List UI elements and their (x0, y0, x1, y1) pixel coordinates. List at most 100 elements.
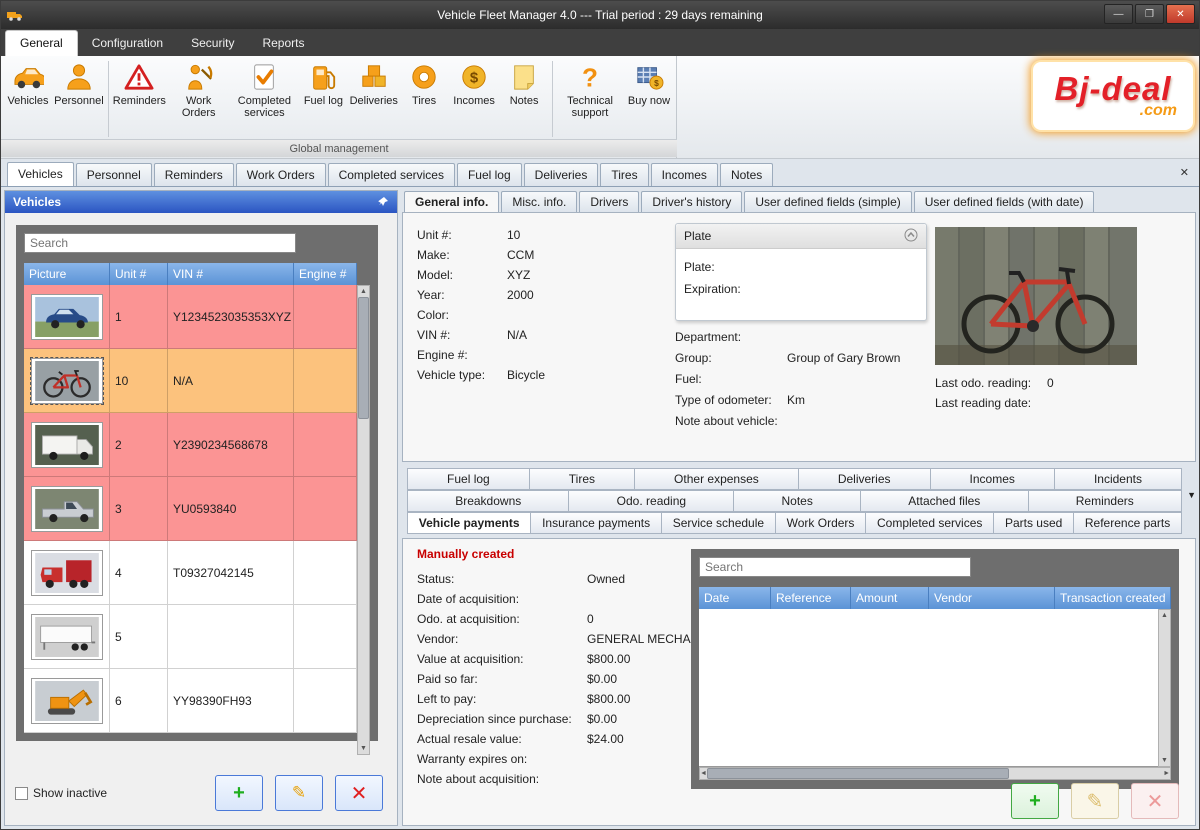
column-header-picture[interactable]: Picture (24, 263, 110, 285)
ribbon-item-vehicles[interactable]: Vehicles (3, 59, 53, 109)
subtab-parts-used[interactable]: Parts used (993, 512, 1074, 534)
subtab-incidents[interactable]: Incidents (1054, 468, 1182, 490)
table-row[interactable]: 1 Y1234523035353XYZ (24, 285, 357, 349)
column-header-reference[interactable]: Reference (771, 587, 851, 609)
edit-vehicle-button[interactable]: ✎ (275, 775, 323, 811)
unit-cell: 10 (110, 349, 168, 413)
subtab-breakdowns[interactable]: Breakdowns (407, 490, 569, 512)
vertical-scrollbar[interactable]: ▲ ▼ (357, 285, 370, 755)
ribbon-item-deliveries[interactable]: Deliveries (348, 59, 399, 109)
edit-payment-button[interactable]: ✎ (1071, 783, 1119, 819)
column-header-date[interactable]: Date (699, 587, 771, 609)
close-button[interactable]: ✕ (1166, 4, 1195, 24)
ribbon-item-notes[interactable]: Notes (499, 59, 549, 109)
pin-icon[interactable] (377, 196, 389, 208)
table-row-selected[interactable]: 10 N/A (24, 349, 357, 413)
ribbon-item-reminders[interactable]: Reminders (112, 59, 167, 109)
add-payment-button[interactable]: + (1011, 783, 1059, 819)
tab-notes[interactable]: Notes (720, 163, 773, 186)
vehicles-panel-header: Vehicles (5, 191, 397, 213)
tab-close-icon[interactable]: ✕ (1180, 166, 1189, 179)
unit-cell: 6 (110, 669, 168, 733)
subtab-reference-parts[interactable]: Reference parts (1073, 512, 1182, 534)
scroll-down-icon[interactable]: ▼ (360, 743, 367, 754)
tab-vehicles[interactable]: Vehicles (7, 162, 74, 186)
tab-drivers[interactable]: Drivers (579, 191, 639, 212)
column-header-unit[interactable]: Unit # (110, 263, 168, 285)
tab-user-fields-simple[interactable]: User defined fields (simple) (744, 191, 911, 212)
payments-vertical-scrollbar[interactable]: ▲ ▼ (1158, 609, 1171, 767)
subtab-vehicle-payments[interactable]: Vehicle payments (407, 512, 531, 534)
tab-incomes[interactable]: Incomes (651, 163, 718, 186)
ribbon-item-fuel-log[interactable]: Fuel log (298, 59, 348, 109)
tab-user-fields-date[interactable]: User defined fields (with date) (914, 191, 1095, 212)
payments-search-input[interactable] (699, 557, 971, 577)
tab-misc-info[interactable]: Misc. info. (501, 191, 577, 212)
subtab-attached-files[interactable]: Attached files (860, 490, 1028, 512)
table-row[interactable]: 6 YY98390FH93 (24, 669, 357, 733)
maximize-button[interactable]: ❐ (1135, 4, 1164, 24)
menu-tab-reports[interactable]: Reports (248, 31, 318, 56)
subtab-notes[interactable]: Notes (733, 490, 861, 512)
add-vehicle-button[interactable]: + (215, 775, 263, 811)
more-tabs-dropdown-icon[interactable]: ▼ (1187, 490, 1196, 500)
ribbon-item-completed-services[interactable]: Completed services (230, 59, 298, 121)
ribbon-item-personnel[interactable]: Personnel (53, 59, 105, 109)
subtab-work-orders[interactable]: Work Orders (775, 512, 866, 534)
column-header-engine[interactable]: Engine # (294, 263, 357, 285)
subtab-completed-services[interactable]: Completed services (865, 512, 994, 534)
ribbon-item-tires[interactable]: Tires (399, 59, 449, 109)
tab-personnel[interactable]: Personnel (76, 163, 152, 186)
tab-deliveries[interactable]: Deliveries (524, 163, 599, 186)
subtab-odo-reading[interactable]: Odo. reading (568, 490, 734, 512)
column-header-transaction-created[interactable]: Transaction created (1055, 587, 1171, 609)
table-row[interactable]: 3 YU0593840 (24, 477, 357, 541)
scroll-right-icon[interactable]: ► (1163, 768, 1170, 779)
show-inactive-checkbox[interactable] (15, 787, 28, 800)
ribbon-item-incomes[interactable]: $ Incomes (449, 59, 499, 109)
menu-tab-configuration[interactable]: Configuration (78, 31, 177, 56)
ribbon-item-buy-now[interactable]: $ Buy now (624, 59, 674, 109)
tab-reminders[interactable]: Reminders (154, 163, 234, 186)
collapse-icon[interactable] (904, 228, 918, 245)
scroll-up-icon[interactable]: ▲ (1161, 610, 1168, 621)
tab-fuel-log[interactable]: Fuel log (457, 163, 522, 186)
scroll-left-icon[interactable]: ◄ (700, 768, 707, 779)
scroll-up-icon[interactable]: ▲ (360, 286, 367, 297)
scroll-thumb[interactable] (707, 768, 1009, 779)
column-header-vendor[interactable]: Vendor (929, 587, 1055, 609)
vin-cell: Y2390234568678 (168, 413, 294, 477)
tab-general-info[interactable]: General info. (404, 191, 499, 212)
subtab-tires[interactable]: Tires (529, 468, 635, 490)
scroll-down-icon[interactable]: ▼ (1161, 755, 1168, 766)
menu-tab-general[interactable]: General (5, 30, 78, 56)
payments-grid-body[interactable] (699, 609, 1158, 767)
table-row[interactable]: 5 (24, 605, 357, 669)
tab-work-orders[interactable]: Work Orders (236, 163, 326, 186)
subtab-reminders[interactable]: Reminders (1028, 490, 1182, 512)
subtab-insurance-payments[interactable]: Insurance payments (530, 512, 662, 534)
delete-payment-button[interactable]: ✕ (1131, 783, 1179, 819)
subtab-deliveries[interactable]: Deliveries (798, 468, 931, 490)
subtab-service-schedule[interactable]: Service schedule (661, 512, 776, 534)
ribbon-item-work-orders[interactable]: Work Orders (167, 59, 230, 121)
scroll-thumb[interactable] (358, 297, 369, 419)
content-area: Vehicles Picture Unit # VIN # Engine # 1 (1, 187, 1199, 829)
tab-tires[interactable]: Tires (600, 163, 648, 186)
ribbon-item-technical-support[interactable]: ? Technical support (556, 59, 624, 121)
minimize-button[interactable]: — (1104, 4, 1133, 24)
subtab-incomes[interactable]: Incomes (930, 468, 1055, 490)
payments-horizontal-scrollbar[interactable]: ◄ ► (699, 767, 1171, 780)
subtab-other-expenses[interactable]: Other expenses (634, 468, 799, 490)
menu-tab-security[interactable]: Security (177, 31, 248, 56)
tab-drivers-history[interactable]: Driver's history (641, 191, 742, 212)
delete-vehicle-button[interactable]: ✕ (335, 775, 383, 811)
bj-deal-logo[interactable]: Bj-deal .com (1033, 62, 1193, 130)
table-row[interactable]: 4 T09327042145 (24, 541, 357, 605)
table-row[interactable]: 2 Y2390234568678 (24, 413, 357, 477)
subtab-fuel-log[interactable]: Fuel log (407, 468, 530, 490)
column-header-vin[interactable]: VIN # (168, 263, 294, 285)
column-header-amount[interactable]: Amount (851, 587, 929, 609)
vehicles-search-input[interactable] (24, 233, 296, 253)
tab-completed-services[interactable]: Completed services (328, 163, 455, 186)
